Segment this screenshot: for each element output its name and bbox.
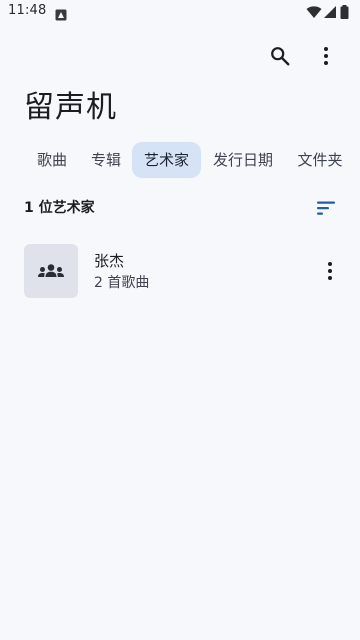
tab-artists[interactable]: 艺术家 <box>132 142 201 178</box>
more-vert-icon <box>328 262 332 280</box>
tab-albums[interactable]: 专辑 <box>80 142 132 178</box>
artist-name: 张杰 <box>94 252 125 270</box>
search-icon <box>271 47 290 66</box>
artist-group-icon <box>38 264 64 277</box>
more-vert-icon <box>324 47 328 65</box>
artist-menu-button[interactable] <box>312 255 348 287</box>
overflow-menu-button[interactable] <box>306 36 346 76</box>
sort-button[interactable] <box>308 190 344 226</box>
status-bar: 11:48 <box>0 0 360 24</box>
page-title: 留声机 <box>24 90 117 125</box>
signal-icon <box>324 6 336 18</box>
notification-icon <box>55 6 67 21</box>
status-icons <box>306 5 350 19</box>
sort-icon <box>317 201 335 215</box>
search-button[interactable] <box>260 36 300 76</box>
artist-song-count: 2 首歌曲 <box>94 275 150 291</box>
artist-thumbnail <box>24 244 78 298</box>
list-item[interactable]: 张杰 2 首歌曲 <box>0 236 360 306</box>
battery-icon <box>340 5 349 19</box>
tab-release-date[interactable]: 发行日期 <box>205 142 281 178</box>
tab-songs[interactable]: 歌曲 <box>24 142 80 178</box>
tab-folders[interactable]: 文件夹 <box>287 142 353 178</box>
wifi-icon <box>306 6 322 18</box>
status-time: 11:48 <box>8 3 47 18</box>
artist-count: 1 位艺术家 <box>24 200 95 216</box>
tab-bar: 歌曲 专辑 艺术家 发行日期 文件夹 <box>0 142 360 178</box>
